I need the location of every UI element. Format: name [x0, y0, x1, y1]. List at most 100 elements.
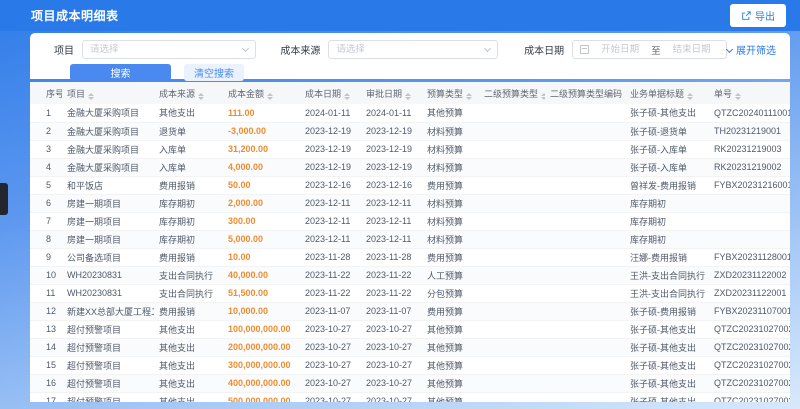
table-cell: FYBX20231216001: [709, 176, 790, 195]
table-cell: 库存期初: [625, 230, 709, 249]
column-header[interactable]: 成本日期: [300, 82, 361, 104]
table-row[interactable]: 7 房建一期项目 库存期初 300.00 2023-12-11 2023-12-11 材料预…: [30, 212, 790, 231]
source-select[interactable]: [328, 40, 499, 59]
project-filter-label: 项目: [54, 46, 74, 57]
table-row[interactable]: 9 公司备选项目 费用报销 10.00 2023-11-28 2023-11-28 费用预算…: [30, 248, 790, 267]
table-row[interactable]: 4 金融大厦采购项目 入库单 4,000.00 2023-12-19 2023-12-19…: [30, 158, 790, 177]
table-cell: 10.00: [223, 248, 300, 267]
table-cell: [545, 248, 625, 267]
clear-search-button[interactable]: 清空搜索: [184, 64, 244, 81]
table-cell: [545, 230, 625, 249]
column-header[interactable]: 业务单据标题: [625, 82, 709, 104]
table-cell: 金融大厦采购项目: [62, 158, 154, 177]
table-cell: 其他预算: [422, 320, 479, 339]
table-cell: 2023-10-27: [300, 320, 361, 339]
table-cell: 2023-12-19: [300, 122, 361, 141]
table-cell: 2023-12-11: [300, 212, 361, 231]
table-cell: [479, 338, 545, 357]
table-cell: 5,000.00: [223, 230, 300, 249]
table-cell: 2023-12-19: [361, 140, 422, 159]
table-cell: 2,000.00: [223, 194, 300, 213]
table-row[interactable]: 13 超付预警项目 其他支出 100,000,000.00 2023-10-27 2023…: [30, 320, 790, 339]
table-row[interactable]: 3 金融大厦采购项目 入库单 31,200.00 2023-12-19 2023-12-1…: [30, 140, 790, 159]
table-cell: 100,000,000.00: [223, 320, 300, 339]
table-cell: 3: [30, 140, 62, 159]
column-header[interactable]: 二级预算类型编码: [545, 82, 625, 104]
table-cell: 其他预算: [422, 392, 479, 402]
search-button[interactable]: 搜索: [70, 64, 171, 81]
column-header[interactable]: 审批日期: [361, 82, 422, 104]
table-cell: 2: [30, 122, 62, 141]
table-cell: 2023-12-11: [361, 230, 422, 249]
column-header-label: 二级预算类型编码: [550, 88, 623, 99]
table-row[interactable]: 1 金融大厦采购项目 其他支出 111.00 2024-01-11 2024-01-11 其…: [30, 104, 790, 123]
table-cell: 入库单: [154, 158, 223, 177]
table-cell: 2023-11-22: [361, 284, 422, 303]
chevron-down-icon: [242, 44, 250, 52]
column-header[interactable]: 成本金额: [223, 82, 300, 104]
table-cell: 费用报销: [154, 248, 223, 267]
table-cell: [479, 158, 545, 177]
sort-caret-icon: [466, 92, 473, 100]
table-cell: WH20230831: [62, 284, 154, 303]
table-cell: 2023-12-19: [300, 140, 361, 159]
date-end-input[interactable]: [665, 44, 718, 55]
table-cell: 4,000.00: [223, 158, 300, 177]
table-row[interactable]: 12新建XX总部大厦工程二期费用报销10,000.002023-11-07202…: [30, 302, 790, 321]
column-header[interactable]: 项目: [62, 82, 154, 104]
expand-filters-link[interactable]: 展开筛选: [725, 42, 776, 57]
table-cell: 2023-12-11: [361, 212, 422, 231]
table-cell: ZXD20231122002: [709, 266, 790, 285]
column-header[interactable]: 单号: [709, 82, 790, 104]
table-cell: 材料预算: [422, 158, 479, 177]
table-cell: 其他预算: [422, 374, 479, 393]
table-cell: 2023-12-11: [361, 194, 422, 213]
sort-caret-icon: [687, 92, 694, 100]
table-cell: 17: [30, 392, 62, 402]
table-row[interactable]: 14 超付预警项目 其他支出 200,000,000.00 2023-10-27 2023…: [30, 338, 790, 357]
table-cell: QTZC20231027002: [709, 320, 790, 339]
table-cell: 超付预警项目: [62, 356, 154, 375]
table-row[interactable]: 17 超付预警项目 其他支出 500,000,000.00 2023-10-27 2023…: [30, 392, 790, 402]
table-cell: 5: [30, 176, 62, 195]
table-cell: ZXD20231122001: [709, 284, 790, 303]
table-cell: 其他支出: [154, 374, 223, 393]
calendar-icon: [580, 45, 590, 54]
export-button-label: 导出: [755, 12, 775, 23]
table-cell: [545, 158, 625, 177]
project-select-input[interactable]: [90, 44, 244, 55]
column-header-label: 成本来源: [159, 88, 196, 99]
column-header[interactable]: 预算类型: [422, 82, 479, 104]
table-row[interactable]: 16 超付预警项目 其他支出 400,000,000.00 2023-10-27 2023…: [30, 374, 790, 393]
table-row[interactable]: 11 WH20230831 支出合同执行 51,500.00 2023-11-22 202…: [30, 284, 790, 303]
export-button[interactable]: 导出: [730, 4, 786, 27]
table-cell: [545, 266, 625, 285]
table-cell: 2023-12-19: [300, 158, 361, 177]
chevron-down-icon: [725, 45, 734, 53]
table-row[interactable]: 8 房建一期项目 库存期初 5,000.00 2023-12-11 2023-12-11 材…: [30, 230, 790, 249]
source-select-input[interactable]: [336, 44, 486, 55]
table-cell: 10,000.00: [223, 302, 300, 321]
table-cell: 其他支出: [154, 104, 223, 123]
table-row[interactable]: 6 房建一期项目 库存期初 2,000.00 2023-12-11 2023-12-11 材…: [30, 194, 790, 213]
table-cell: 400,000,000.00: [223, 374, 300, 393]
sort-caret-icon: [198, 92, 205, 100]
chevron-down-icon: [484, 44, 492, 52]
table-cell: 其他预算: [422, 104, 479, 123]
table-cell: [479, 302, 545, 321]
table-cell: 2023-10-27: [300, 374, 361, 393]
table-row[interactable]: 15 超付预警项目 其他支出 300,000,000.00 2023-10-27 2023…: [30, 356, 790, 375]
table-cell: 2023-10-27: [300, 392, 361, 402]
table-row[interactable]: 2 金融大厦采购项目 退货单 -3,000.00 2023-12-19 2023-12-1…: [30, 122, 790, 141]
project-select[interactable]: [82, 40, 257, 59]
drawer-handle[interactable]: [0, 183, 8, 215]
table-cell: 曾祥发-费用报销: [625, 176, 709, 195]
date-start-input[interactable]: [594, 44, 647, 55]
date-range-picker[interactable]: 至: [572, 40, 727, 59]
column-header[interactable]: 二级预算类型: [479, 82, 545, 104]
table-cell: 40,000.00: [223, 266, 300, 285]
cost-table: 序号 项目 成本来源 成本金额 成本日期 审批日期 预算类型 二级预算类型 二级预算类型编码 业务…: [30, 82, 790, 402]
table-row[interactable]: 10 WH20230831 支出合同执行 40,000.00 2023-11-22 202…: [30, 266, 790, 285]
column-header[interactable]: 成本来源: [154, 82, 223, 104]
table-row[interactable]: 5 和平饭店 费用报销 50.00 2023-12-16 2023-12-16 费用预算 曾祥…: [30, 176, 790, 195]
